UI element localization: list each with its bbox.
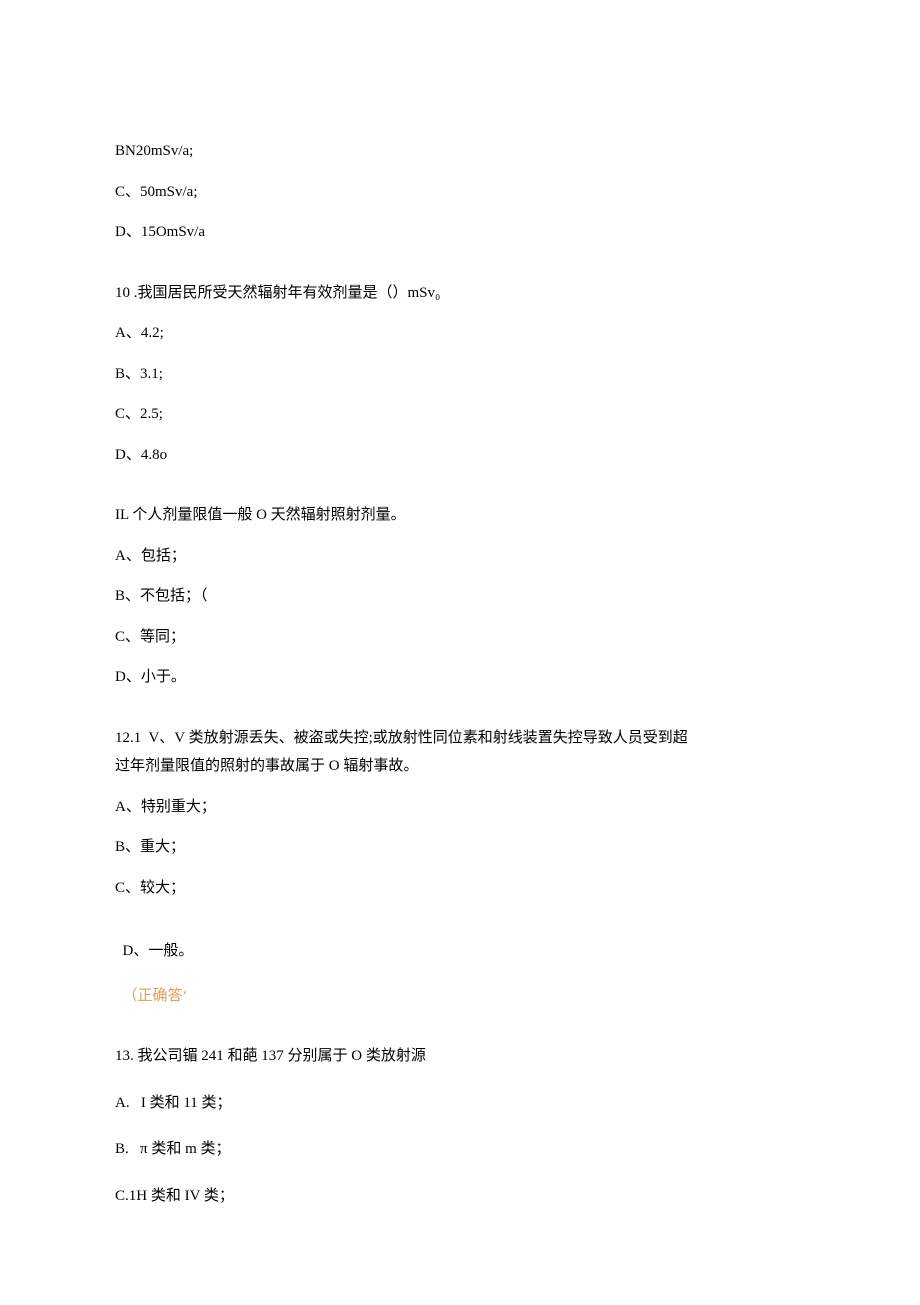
- q9-option-b: BN20mSv/a;: [115, 140, 805, 163]
- q11-option-c: C、等同；: [115, 626, 805, 649]
- q13-stem: 13. 我公司镅 241 和葩 137 分别属于 O 类放射源: [115, 1045, 805, 1068]
- q11-option-a: A、包括；: [115, 545, 805, 568]
- q10-option-a: A、4.2;: [115, 322, 805, 345]
- q10-option-d: D、4.8o: [115, 444, 805, 467]
- q13-option-b: B. π 类和 m 类；: [115, 1138, 805, 1161]
- q10-option-c: C、2.5;: [115, 403, 805, 426]
- q9-option-c: C、50mSv/a;: [115, 181, 805, 204]
- spacer: [115, 262, 805, 282]
- q11-stem: IL 个人剂量限值一般 O 天然辐射照射剂量。: [115, 504, 805, 527]
- spacer: [115, 1025, 805, 1045]
- q12-option-a: A、特别重大；: [115, 796, 805, 819]
- q12-correct-answer-label: （正确答‘: [123, 988, 188, 1004]
- q10-stem: 10 .我国居民所受天然辐射年有效剂量是（）mSv₀: [115, 282, 805, 305]
- q12-stem-line1: 12.1 V、V 类放射源丢失、被盗或失控;或放射性同位素和射线装置失控导致人员…: [115, 727, 805, 750]
- q11-option-d: D、小于。: [115, 666, 805, 689]
- q10-option-b: B、3.1;: [115, 363, 805, 386]
- q11-option-b: B、不包括；（: [115, 585, 805, 608]
- spacer: [115, 707, 805, 727]
- q12-option-d: D、一般。 （正确答‘: [115, 917, 805, 1007]
- q12-option-d-text: D、一般。: [123, 943, 194, 959]
- spacer: [115, 484, 805, 504]
- q9-option-d: D、15OmSv/a: [115, 221, 805, 244]
- q12-option-c: C、较大；: [115, 877, 805, 900]
- q13-option-a: A. I 类和 11 类；: [115, 1092, 805, 1115]
- q13-option-c: C.1H 类和 IV 类；: [115, 1185, 805, 1208]
- q12-stem-line2: 过年剂量限值的照射的事故属于 O 辐射事故。: [115, 755, 805, 778]
- q12-option-b: B、重大；: [115, 836, 805, 859]
